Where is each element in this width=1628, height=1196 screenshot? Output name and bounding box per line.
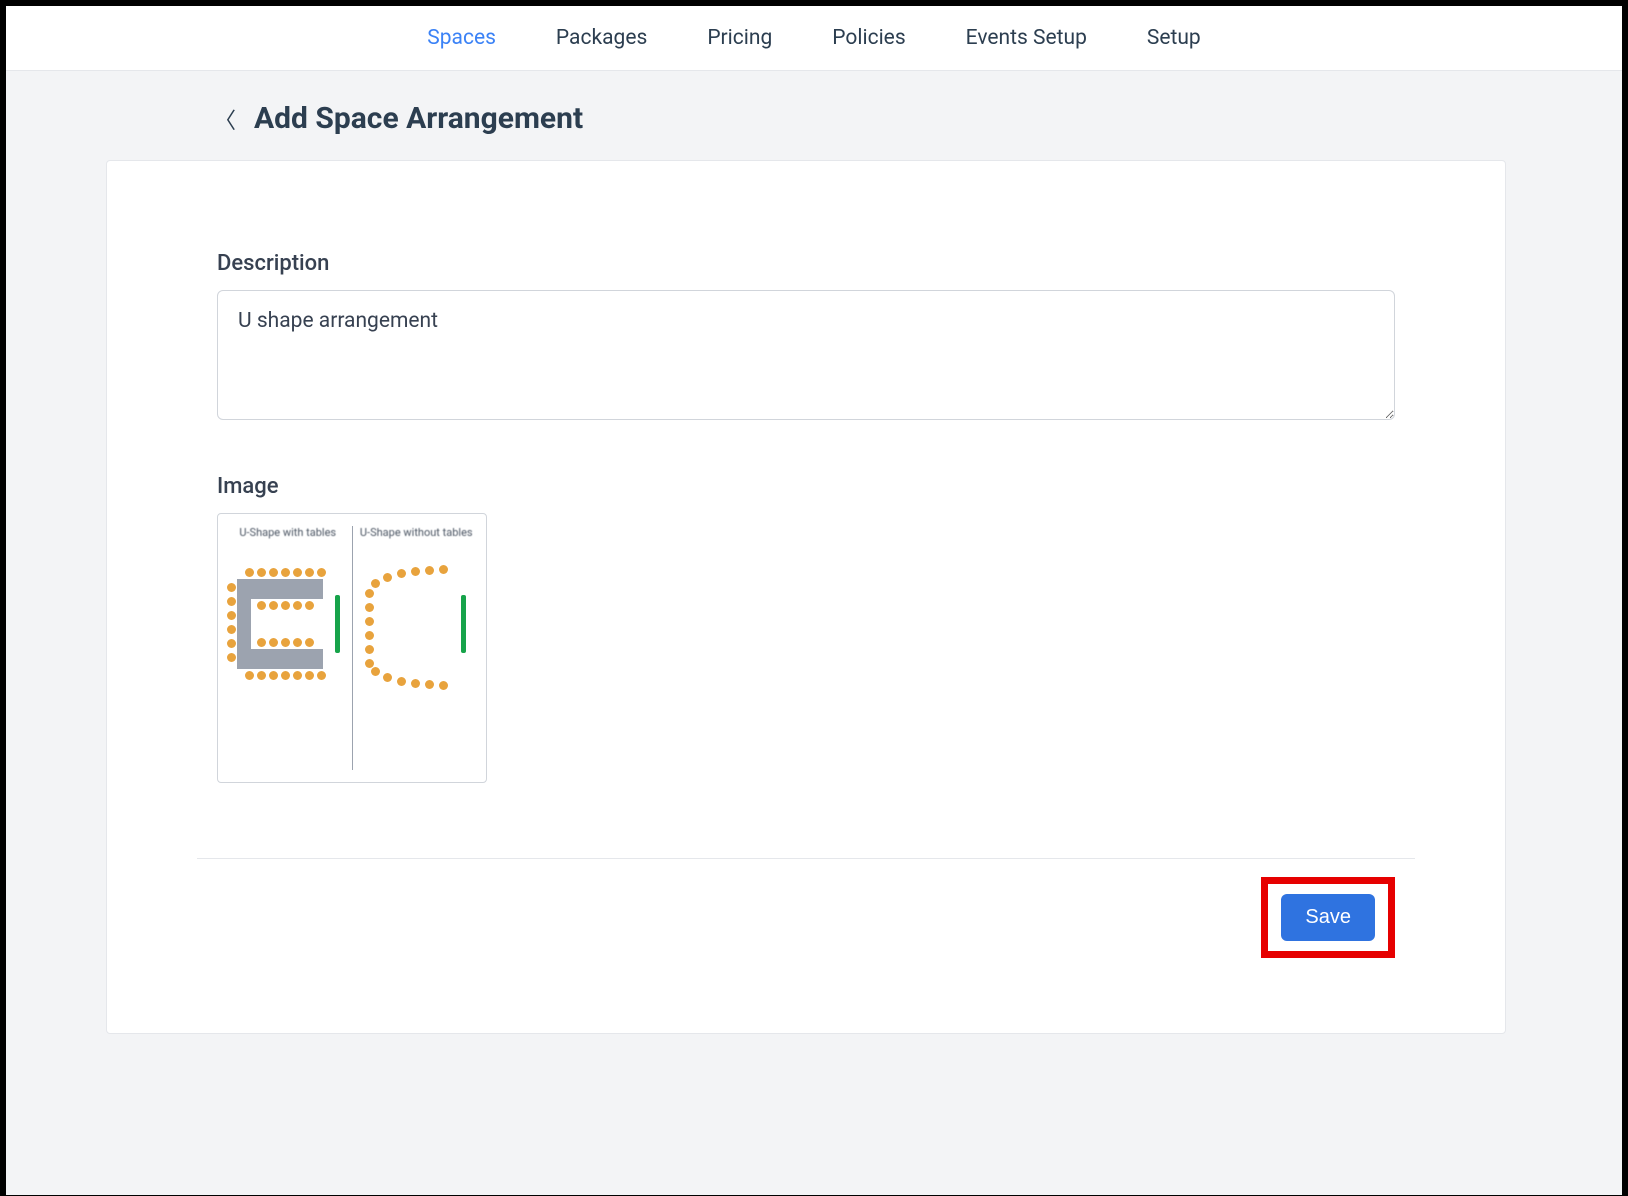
save-highlight: Save xyxy=(1261,877,1395,958)
form-card: Description Image U-Shape with tables xyxy=(106,160,1506,1034)
back-icon[interactable]: 〈 xyxy=(214,103,236,135)
diagram-ushape-tables xyxy=(233,559,343,689)
description-input[interactable] xyxy=(217,290,1395,420)
tab-policies[interactable]: Policies xyxy=(832,22,905,54)
save-button[interactable]: Save xyxy=(1281,894,1375,941)
image-right-half: U-Shape without tables xyxy=(353,520,481,776)
image-label: Image xyxy=(217,474,1395,499)
page-title: Add Space Arrangement xyxy=(254,101,583,136)
tab-spaces[interactable]: Spaces xyxy=(427,22,496,54)
tab-setup[interactable]: Setup xyxy=(1147,22,1201,54)
image-left-caption: U-Shape with tables xyxy=(239,526,336,539)
image-right-caption: U-Shape without tables xyxy=(360,526,473,539)
diagram-ushape-no-tables xyxy=(361,559,471,689)
footer-actions: Save xyxy=(217,859,1395,1003)
tab-pricing[interactable]: Pricing xyxy=(707,22,772,54)
tab-packages[interactable]: Packages xyxy=(556,22,647,54)
nav-tabs: Spaces Packages Pricing Policies Events … xyxy=(6,6,1622,71)
page-header: 〈 Add Space Arrangement xyxy=(114,101,1514,136)
image-preview[interactable]: U-Shape with tables xyxy=(217,513,487,783)
description-label: Description xyxy=(217,251,1395,276)
image-left-half: U-Shape with tables xyxy=(224,520,352,776)
page-body: 〈 Add Space Arrangement Description Imag… xyxy=(6,71,1622,1195)
tab-events-setup[interactable]: Events Setup xyxy=(966,22,1087,54)
